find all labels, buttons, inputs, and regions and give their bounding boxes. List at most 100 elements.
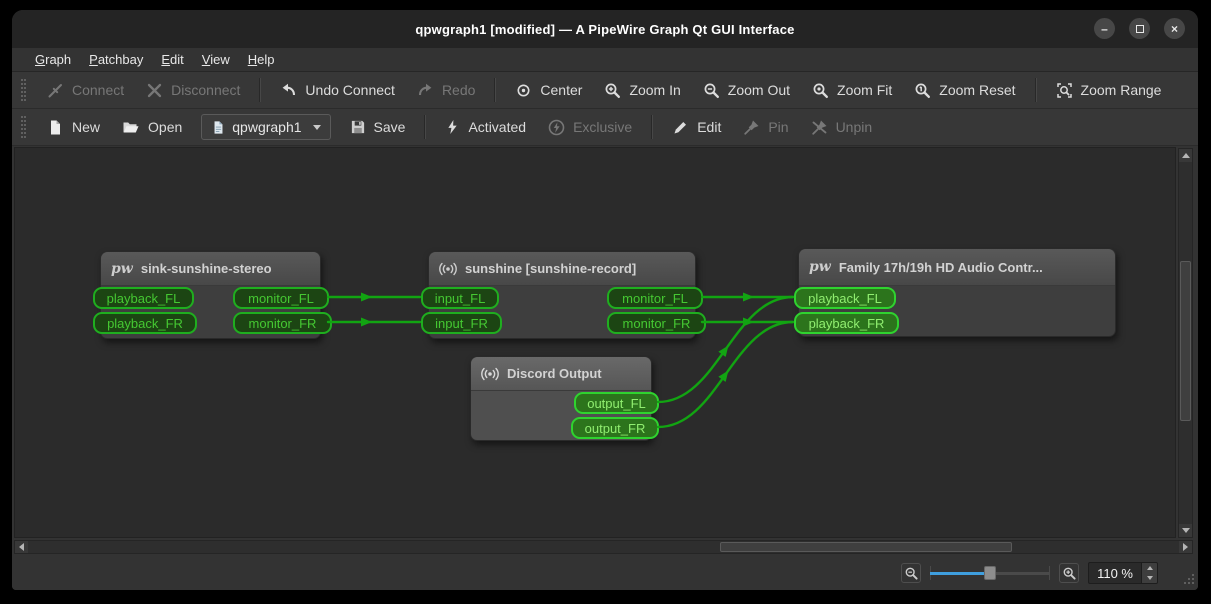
scroll-left-button[interactable] (15, 541, 28, 553)
toolbar-drag-handle[interactable] (21, 79, 26, 101)
zoom-spinbox[interactable]: 110 % (1088, 562, 1158, 584)
new-file-icon (47, 119, 64, 136)
node-sunshine[interactable]: sunshine [sunshine-record] input_FL inpu… (428, 251, 696, 339)
graph-canvas[interactable]: pw sink-sunshine-stereo playback_FL play… (12, 146, 1198, 556)
activated-button[interactable]: Activated (434, 114, 537, 140)
zoom-range-button[interactable]: Zoom Range (1045, 77, 1173, 104)
unpin-button[interactable]: Unpin (800, 114, 884, 141)
port-monitor-fr[interactable]: monitor_FR (233, 312, 332, 334)
chevron-down-icon (313, 125, 321, 130)
toolbar-separator (1035, 78, 1037, 102)
minimize-icon: – (1101, 23, 1108, 35)
undo-icon (280, 82, 297, 99)
window-resize-grip[interactable] (1182, 574, 1194, 586)
edit-button[interactable]: Edit (661, 114, 732, 141)
scroll-up-button[interactable] (1179, 149, 1192, 162)
node-header[interactable]: pw Family 17h/19h HD Audio Contr... (799, 249, 1115, 286)
menu-help[interactable]: Help (239, 50, 284, 69)
zoom-in-icon (604, 82, 621, 99)
port-playback-fl[interactable]: playback_FL (93, 287, 194, 309)
exclusive-button[interactable]: Exclusive (537, 114, 643, 141)
node-header[interactable]: sunshine [sunshine-record] (429, 252, 695, 286)
menubar: Graph Patchbay Edit View Help (12, 48, 1198, 72)
port-playback-fr[interactable]: playback_FR (794, 312, 899, 334)
pin-icon (743, 119, 760, 136)
zoom-slider-handle[interactable] (984, 566, 996, 580)
maximize-button[interactable] (1129, 18, 1150, 39)
statusbar: 110 % (12, 556, 1198, 590)
app-window: qpwgraph1 [modified] — A PipeWire Graph … (12, 10, 1198, 590)
unpin-icon (811, 119, 828, 136)
zoom-slider[interactable] (930, 563, 1050, 583)
center-button[interactable]: Center (504, 77, 593, 104)
zoom-out-button[interactable]: Zoom Out (692, 77, 801, 104)
zoom-in-icon (1062, 566, 1077, 581)
port-output-fr[interactable]: output_FR (571, 417, 659, 439)
arrow-right-icon (1183, 543, 1188, 551)
activated-icon (445, 119, 460, 135)
menu-patchbay[interactable]: Patchbay (80, 50, 152, 69)
redo-button[interactable]: Redo (406, 77, 486, 104)
zoom-reset-icon (914, 82, 931, 99)
zoom-out-icon (703, 82, 720, 99)
minimize-button[interactable]: – (1094, 18, 1115, 39)
graph-viewport[interactable] (14, 147, 1176, 538)
close-button[interactable]: × (1164, 18, 1185, 39)
vertical-scrollbar[interactable] (1178, 148, 1193, 538)
node-sink-sunshine-stereo[interactable]: pw sink-sunshine-stereo playback_FL play… (100, 251, 321, 339)
toolbar-separator (651, 115, 653, 139)
scroll-right-button[interactable] (1179, 541, 1192, 553)
zoom-value: 110 % (1089, 563, 1141, 583)
port-playback-fl[interactable]: playback_FL (794, 287, 896, 309)
spin-up-button[interactable] (1142, 563, 1157, 573)
disconnect-button[interactable]: Disconnect (135, 77, 251, 104)
toolbar-patchbay: New Open qpwgraph1 Save Activated Exclus… (12, 109, 1198, 146)
pipewire-icon: pw (809, 259, 831, 275)
port-playback-fr[interactable]: playback_FR (93, 312, 197, 334)
patchbay-selector[interactable]: qpwgraph1 (201, 114, 330, 140)
stream-icon (439, 261, 457, 277)
node-header[interactable]: Discord Output (471, 357, 651, 391)
spin-down-button[interactable] (1142, 573, 1157, 583)
statusbar-zoom-out-button[interactable] (901, 563, 921, 583)
exclusive-icon (548, 119, 565, 136)
menu-edit[interactable]: Edit (152, 50, 192, 69)
maximize-icon (1136, 25, 1144, 33)
arrow-down-icon (1147, 576, 1153, 580)
menu-view[interactable]: View (193, 50, 239, 69)
pin-button[interactable]: Pin (732, 114, 799, 141)
new-button[interactable]: New (36, 114, 111, 141)
connect-button[interactable]: Connect (36, 77, 135, 104)
zoom-in-button[interactable]: Zoom In (593, 77, 691, 104)
node-header[interactable]: pw sink-sunshine-stereo (101, 252, 320, 286)
open-button[interactable]: Open (111, 114, 193, 141)
toolbar-separator (494, 78, 496, 102)
redo-icon (417, 82, 434, 99)
zoom-reset-button[interactable]: Zoom Reset (903, 77, 1026, 104)
port-monitor-fl[interactable]: monitor_FL (607, 287, 703, 309)
patchbay-file-icon (211, 120, 226, 135)
arrow-up-icon (1147, 566, 1153, 570)
node-discord-output[interactable]: Discord Output output_FL output_FR (470, 356, 652, 441)
port-monitor-fr[interactable]: monitor_FR (607, 312, 706, 334)
toolbar-drag-handle[interactable] (21, 116, 26, 138)
port-output-fl[interactable]: output_FL (574, 392, 659, 414)
vertical-scrollbar-thumb[interactable] (1180, 261, 1191, 421)
stream-icon (481, 366, 499, 382)
horizontal-scrollbar[interactable] (14, 540, 1193, 554)
save-button[interactable]: Save (339, 114, 417, 140)
menu-graph[interactable]: Graph (26, 50, 80, 69)
scroll-down-button[interactable] (1179, 524, 1192, 537)
port-input-fr[interactable]: input_FR (421, 312, 502, 334)
node-family-hd-audio[interactable]: pw Family 17h/19h HD Audio Contr... play… (798, 248, 1116, 337)
undo-connect-button[interactable]: Undo Connect (269, 77, 406, 104)
statusbar-zoom-in-button[interactable] (1059, 563, 1079, 583)
port-input-fl[interactable]: input_FL (421, 287, 499, 309)
horizontal-scrollbar-thumb[interactable] (720, 542, 1012, 552)
disconnect-icon (146, 82, 163, 99)
port-monitor-fl[interactable]: monitor_FL (233, 287, 329, 309)
zoom-fit-button[interactable]: Zoom Fit (801, 77, 903, 104)
arrow-left-icon (19, 543, 24, 551)
titlebar[interactable]: qpwgraph1 [modified] — A PipeWire Graph … (12, 10, 1198, 48)
zoom-slider-fill (930, 572, 990, 575)
